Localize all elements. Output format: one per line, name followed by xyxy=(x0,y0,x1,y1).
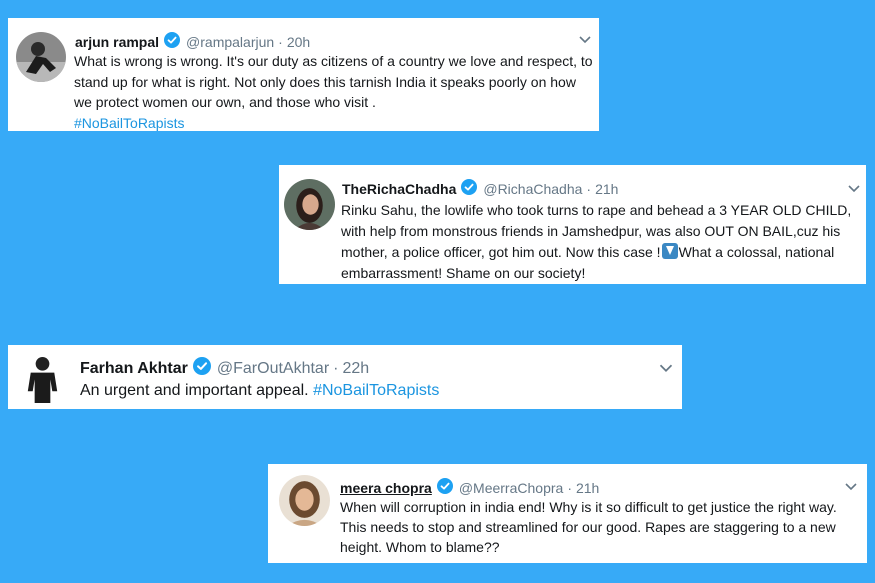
tweet-card-meera-chopra[interactable]: meera chopra @MeerraChopra · 21h When wi… xyxy=(268,464,867,563)
chevron-down-icon[interactable] xyxy=(847,181,861,199)
user-handle[interactable]: @RichaChadha xyxy=(483,181,582,197)
display-name[interactable]: Farhan Akhtar xyxy=(80,360,188,378)
tweet-body: An urgent and important appeal. xyxy=(80,382,309,399)
avatar[interactable] xyxy=(16,32,66,82)
chevron-down-icon[interactable] xyxy=(658,361,674,379)
tweet-text: Rinku Sahu, the lowlife who took turns t… xyxy=(341,200,863,284)
timestamp[interactable]: 21h xyxy=(595,181,618,197)
separator-dot: · xyxy=(567,479,572,496)
tweet-header: arjun rampal @rampalarjun · 20h xyxy=(75,32,310,51)
avatar[interactable] xyxy=(284,179,335,230)
tweet-body: When will corruption in india end! Why i… xyxy=(340,499,837,555)
chevron-down-icon[interactable] xyxy=(844,479,858,497)
hashtag-link[interactable]: #NoBailToRapists xyxy=(313,382,439,399)
tweet-header: Farhan Akhtar @FarOutAkhtar · 22h xyxy=(80,357,369,380)
tweet-header: TheRichaChadha @RichaChadha · 21h xyxy=(342,179,618,198)
tweet-card-arjun-rampal[interactable]: arjun rampal @rampalarjun · 20h What is … xyxy=(8,18,599,131)
tweet-text: What is wrong is wrong. It's our duty as… xyxy=(74,51,594,133)
separator-dot: · xyxy=(278,33,283,50)
person-photo-avatar xyxy=(284,179,335,230)
avatar[interactable] xyxy=(279,475,330,526)
user-handle[interactable]: @MeerraChopra xyxy=(459,480,563,496)
timestamp[interactable]: 21h xyxy=(576,480,599,496)
person-photo-avatar xyxy=(279,475,330,526)
avatar[interactable] xyxy=(18,354,67,403)
person-photo-avatar xyxy=(18,354,67,403)
timestamp[interactable]: 20h xyxy=(287,34,310,50)
user-handle[interactable]: @rampalarjun xyxy=(186,34,274,50)
verified-badge-icon xyxy=(461,179,478,198)
tweet-card-farhan-akhtar[interactable]: Farhan Akhtar @FarOutAkhtar · 22h An urg… xyxy=(8,345,682,409)
verified-badge-icon xyxy=(164,32,181,51)
chevron-down-icon[interactable] xyxy=(578,32,592,50)
person-photo-avatar xyxy=(16,32,66,82)
display-name[interactable]: meera chopra xyxy=(340,480,432,496)
separator-dot: · xyxy=(333,359,339,377)
verified-badge-icon xyxy=(192,357,211,380)
separator-dot: · xyxy=(586,180,592,197)
tweet-text: When will corruption in india end! Why i… xyxy=(340,497,862,557)
timestamp[interactable]: 22h xyxy=(342,360,369,378)
tweet-header: meera chopra @MeerraChopra · 21h xyxy=(340,478,599,497)
display-name[interactable]: arjun rampal xyxy=(75,34,159,50)
hashtag-link[interactable]: #NoBailToRapists xyxy=(74,115,185,131)
tweet-text: An urgent and important appeal. #NoBailT… xyxy=(80,380,670,401)
down-arrow-emoji-icon xyxy=(661,243,678,259)
verified-badge-icon xyxy=(436,478,453,497)
user-handle[interactable]: @FarOutAkhtar xyxy=(217,360,329,378)
tweet-body: What is wrong is wrong. It's our duty as… xyxy=(74,53,593,110)
display-name[interactable]: TheRichaChadha xyxy=(342,181,456,197)
tweet-card-richa-chadha[interactable]: TheRichaChadha @RichaChadha · 21h Rinku … xyxy=(279,165,866,284)
